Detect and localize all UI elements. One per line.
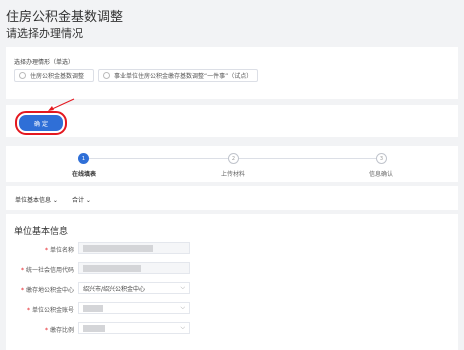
page-subtitle: 请选择办理情况 [6,27,83,40]
radio-icon [19,72,26,79]
tab-total[interactable]: 合计 ⌄ [72,195,91,204]
choose-label: 选择办理情形（单选） [14,59,75,66]
step-bar: 1 2 3 在线填表 上传材料 信息确认 [6,146,458,182]
redacted-value [83,245,153,252]
step-connector [89,158,232,159]
unit-name-field [78,242,190,254]
step-2-indicator: 2 [228,153,239,164]
chevron-down-icon: ⌵ [180,304,185,311]
deposit-ratio-select[interactable]: ⌵ [78,322,190,334]
option-label: 事业单位住房公积金缴存基数调整“一件事”（试点） [114,73,253,80]
redacted-value [83,325,105,332]
chevron-down-icon: ⌵ [180,324,185,331]
fund-center-value: 绍兴市/绍兴公积金中心 [83,285,146,293]
step-3-indicator: 3 [376,153,387,164]
option-one-thing[interactable]: 事业单位住房公积金缴存基数调整“一件事”（试点） [98,69,258,82]
unit-info-form: 单位基本信息 * 单位名称 * 统一社会信用代码 * 缴存地公积金中心 绍兴市/绍兴公… [6,214,458,350]
chevron-down-icon: ⌵ [180,284,185,291]
account-no-label: * 单位公积金账号 [26,307,74,314]
redacted-value [83,305,103,312]
account-no-select[interactable]: ⌵ [78,302,190,314]
section-title: 单位基本信息 [14,227,69,237]
option-label: 住房公积金基数调整 [30,73,85,80]
step-3-label: 信息确认 [368,171,394,178]
fund-center-label: * 缴存地公积金中心 [20,287,74,294]
choose-panel: 选择办理情形（单选） 住房公积金基数调整 事业单位住房公积金缴存基数调整“一件事… [6,47,458,99]
redacted-value [83,265,141,272]
unit-name-label: * 单位名称 [44,247,74,254]
step-2-label: 上传材料 [220,171,246,178]
confirm-button[interactable]: 确 定 [15,111,67,135]
credit-code-field [78,262,190,274]
step-1-label: 在线填表 [71,171,97,178]
option-base-adjust[interactable]: 住房公积金基数调整 [14,69,94,82]
tab-unit-info[interactable]: 单位基本信息 ⌄ [15,195,58,204]
page-title: 住房公积金基数调整 [6,10,124,25]
annotation-arrow-icon [48,98,75,111]
deposit-ratio-label: * 缴存比例 [44,327,74,334]
credit-code-label: * 统一社会信用代码 [20,267,74,274]
step-connector [239,158,381,159]
step-1-indicator: 1 [78,153,89,164]
section-tabs: 单位基本信息 ⌄ 合计 ⌄ [6,186,458,210]
fund-center-select[interactable]: 绍兴市/绍兴公积金中心 ⌵ [78,282,190,294]
radio-icon [103,72,110,79]
